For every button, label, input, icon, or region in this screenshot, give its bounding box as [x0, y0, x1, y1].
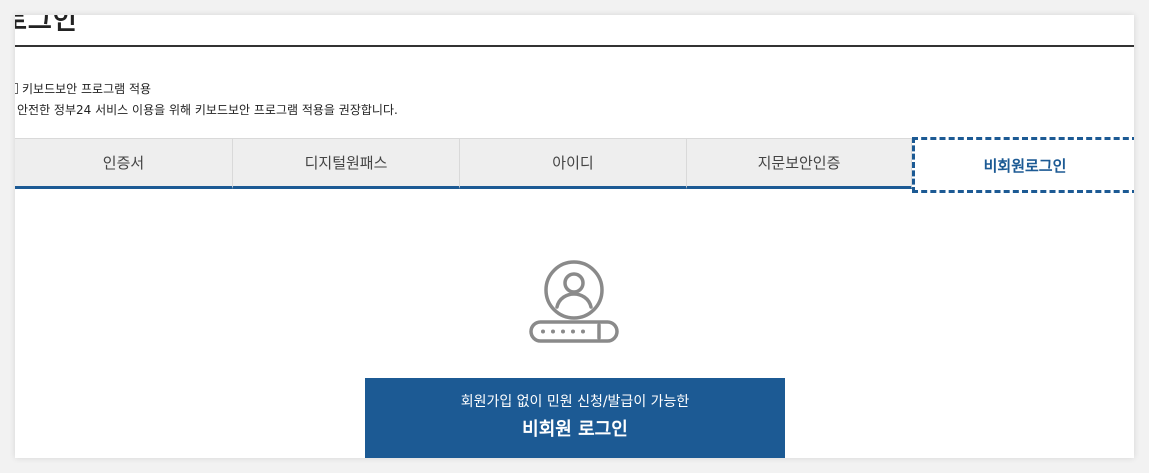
keyboard-security-label: 키보드보안 프로그램 적용 — [22, 82, 152, 96]
tab-label: 디지털원패스 — [304, 154, 388, 172]
title-divider — [15, 45, 1134, 47]
tab-guest-login[interactable]: 비회원로그인 — [912, 137, 1134, 193]
guest-login-button[interactable]: 회원가입 없이 민원 신청/발급이 가능한 비회원 로그인 — [365, 378, 785, 458]
tab-label: 인증서 — [102, 154, 145, 172]
tab-certificate[interactable]: 인증서 — [15, 138, 233, 189]
tab-label: 아이디 — [552, 154, 594, 172]
tab-label: 지문보안인증 — [757, 154, 841, 172]
guest-login-label: 비회원 로그인 — [522, 419, 628, 440]
tab-id[interactable]: 아이디 — [460, 138, 687, 189]
user-password-icon — [529, 260, 619, 343]
keyboard-security-checkbox[interactable] — [15, 83, 18, 94]
keyboard-security-option[interactable]: 키보드보안 프로그램 적용 — [15, 80, 151, 97]
tab-label: 비회원로그인 — [983, 156, 1067, 175]
login-panel: 로그인 키보드보안 프로그램 적용 안전한 정부24 서비스 이용을 위해 키보… — [15, 15, 1134, 458]
guest-login-subtitle: 회원가입 없이 민원 신청/발급이 가능한 — [460, 394, 690, 410]
page-title: 로그인 — [15, 15, 78, 36]
tab-digital-onepass[interactable]: 디지털원패스 — [233, 138, 460, 189]
tab-fingerprint[interactable]: 지문보안인증 — [687, 138, 912, 189]
login-method-tabs: 인증서 디지털원패스 아이디 지문보안인증 비회원로그인 — [15, 137, 1134, 193]
keyboard-security-description: 안전한 정부24 서비스 이용을 위해 키보드보안 프로그램 적용을 권장합니다… — [17, 103, 398, 117]
